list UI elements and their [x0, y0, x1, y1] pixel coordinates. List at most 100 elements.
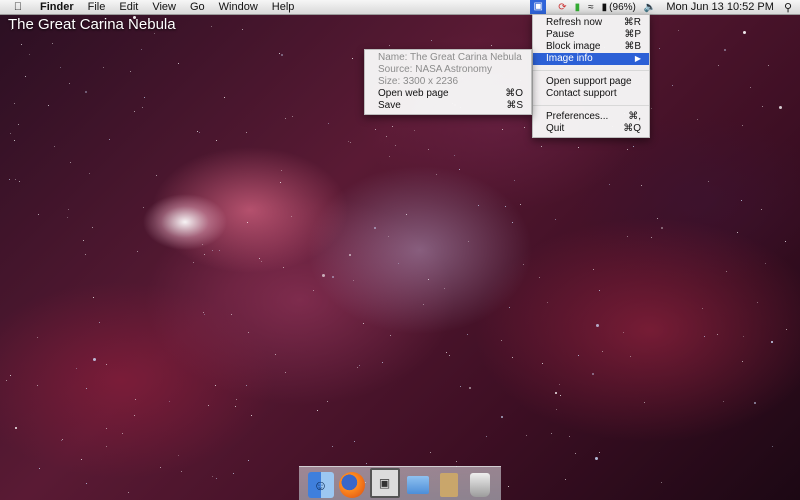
firefox-icon[interactable] — [338, 472, 365, 498]
preview-icon[interactable]: ▣ — [369, 468, 400, 498]
menu-item-label: Preferences... — [546, 111, 609, 122]
sync-icon[interactable]: ⟳ — [558, 2, 566, 13]
menu-item-shortcut: ⌘O — [505, 88, 523, 99]
star — [502, 129, 503, 130]
star — [212, 476, 213, 477]
menu-view[interactable]: View — [152, 1, 176, 13]
menu-item-contact-support[interactable]: Contact support — [533, 88, 649, 100]
star — [454, 155, 455, 156]
star — [203, 312, 204, 313]
menu-item-shortcut: ⌘Q — [623, 123, 641, 134]
trash-icon[interactable] — [467, 472, 493, 498]
star — [54, 146, 55, 147]
star — [67, 217, 68, 218]
star — [248, 460, 249, 461]
battery-icon[interactable]: ▮ — [602, 2, 608, 13]
star — [103, 67, 104, 68]
star — [737, 232, 738, 233]
image-size-info: Size: 3300 x 2236 — [378, 76, 459, 87]
star — [541, 146, 542, 147]
star — [754, 402, 756, 404]
star — [202, 244, 203, 245]
star — [523, 264, 524, 265]
star — [93, 297, 94, 298]
menu-item-label: Quit — [546, 123, 565, 134]
menu-app-name[interactable]: Finder — [40, 1, 74, 13]
star — [575, 453, 576, 454]
star — [69, 83, 70, 84]
menu-item-open-web-page[interactable]: Open web page ⌘O — [365, 88, 531, 100]
folder-icon[interactable] — [405, 472, 431, 498]
star — [354, 441, 355, 442]
star — [332, 276, 334, 278]
spotlight-search-icon[interactable]: ⚲ — [784, 1, 792, 14]
star — [349, 254, 351, 256]
menu-item-shortcut: ⌘B — [624, 41, 641, 52]
star — [524, 127, 525, 128]
star — [375, 129, 376, 130]
star — [363, 323, 364, 324]
star — [352, 58, 353, 59]
star — [60, 67, 61, 68]
star — [86, 388, 87, 389]
star — [197, 131, 198, 132]
menu-file[interactable]: File — [88, 1, 106, 13]
star — [428, 279, 429, 280]
menu-edit[interactable]: Edit — [119, 1, 138, 13]
star — [389, 45, 390, 46]
menu-item-block-image[interactable]: Block image ⌘B — [533, 41, 649, 53]
star — [578, 147, 579, 148]
menu-item-quit[interactable]: Quit ⌘Q — [533, 123, 649, 135]
star — [85, 254, 86, 255]
volume-icon[interactable]: 🔈 — [644, 2, 656, 13]
menu-item-image-info[interactable]: Image info ▶ — [533, 53, 649, 65]
menu-item-label: Open support page — [546, 76, 632, 87]
menu-item-preferences[interactable]: Preferences... ⌘, — [533, 111, 649, 123]
star — [771, 341, 773, 343]
star — [430, 452, 431, 453]
wallpaper-app-status-icon[interactable]: ▣ — [530, 0, 547, 14]
star — [317, 410, 318, 411]
star — [467, 334, 468, 335]
star — [468, 241, 469, 242]
star — [726, 271, 727, 272]
star — [154, 33, 155, 34]
star — [259, 258, 260, 259]
star — [137, 251, 138, 252]
star — [560, 395, 561, 396]
apple-icon[interactable]:  — [10, 1, 26, 13]
menu-item-save[interactable]: Save ⌘S — [365, 100, 531, 112]
battery-percent[interactable]: (96%) — [609, 2, 636, 13]
star — [542, 363, 543, 364]
star — [92, 227, 93, 228]
star — [431, 40, 432, 41]
star — [350, 142, 351, 143]
star — [292, 116, 293, 117]
star — [283, 267, 284, 268]
menu-separator — [533, 70, 649, 71]
star — [285, 118, 286, 119]
menubar-clock[interactable]: Mon Jun 13 10:52 PM — [666, 1, 774, 13]
star — [627, 149, 628, 150]
menu-item-refresh-now[interactable]: Refresh now ⌘R — [533, 17, 649, 29]
menu-go[interactable]: Go — [190, 1, 205, 13]
status-area: ▣ ⟳ ▮ ≈ ▮ (96%) 🔈 Mon Jun 13 10:52 PM ⚲ — [530, 0, 800, 14]
finder-icon[interactable]: ☺ — [307, 472, 334, 498]
documents-icon[interactable] — [436, 472, 462, 498]
star — [630, 356, 631, 357]
star — [501, 340, 502, 341]
color-bars-icon[interactable]: ▮ — [575, 2, 581, 13]
menu-help[interactable]: Help — [272, 1, 295, 13]
wifi-icon[interactable]: ≈ — [588, 2, 594, 13]
star — [491, 45, 492, 46]
menu-window[interactable]: Window — [219, 1, 258, 13]
wallpaper-title: The Great Carina Nebula — [8, 16, 176, 33]
menu-item-pause[interactable]: Pause ⌘P — [533, 29, 649, 41]
star — [156, 175, 157, 176]
menu-item-open-support-page[interactable]: Open support page — [533, 76, 649, 88]
star — [357, 367, 358, 368]
star — [353, 280, 354, 281]
menu-item-label: Contact support — [546, 88, 617, 99]
star — [595, 457, 598, 460]
menu-item-shortcut: ⌘P — [624, 29, 641, 40]
